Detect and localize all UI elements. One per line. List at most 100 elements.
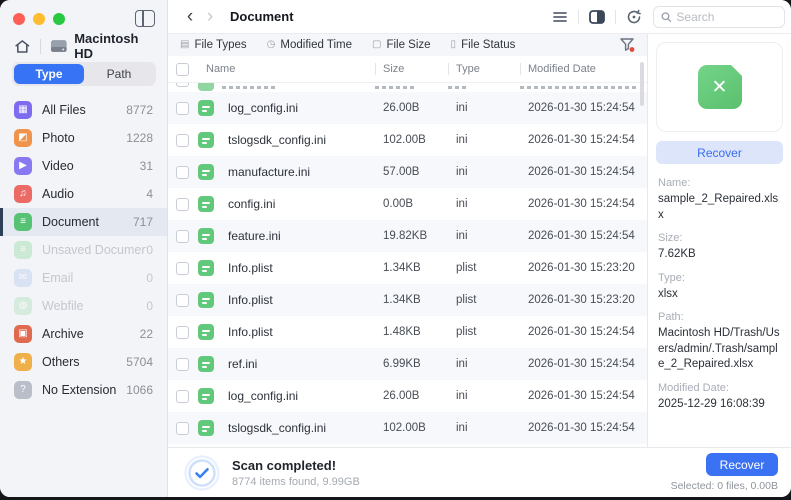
table-row[interactable]: config.ini 0.00B ini 2026-01-30 15:24:54 <box>168 188 647 220</box>
filter-file-size[interactable]: ▢ File Size <box>372 39 431 51</box>
view-mode-segmented-control: Type Path <box>12 62 156 86</box>
zoom-window-button[interactable] <box>53 13 65 25</box>
row-checkbox[interactable] <box>176 133 189 147</box>
row-checkbox[interactable] <box>176 197 189 211</box>
cell-size: 1.34KB <box>383 262 421 274</box>
search-input[interactable] <box>676 9 777 24</box>
panel-view-icon[interactable] <box>588 8 606 26</box>
cell-modified: 2026-01-30 15:24:54 <box>528 166 635 178</box>
column-header-type[interactable]: Type <box>448 63 520 75</box>
sidebar-item-others[interactable]: ★ Others 5704 <box>0 348 167 376</box>
cell-name: manufacture.ini <box>228 165 311 179</box>
category-label: Unsaved Documents <box>42 243 147 257</box>
table-scrollbar[interactable] <box>640 62 644 106</box>
table-row[interactable]: tslogsdk_config.ini 102.00B ini 2026-01-… <box>168 124 647 156</box>
cell-modified: 2026-01-30 15:23:20 <box>528 294 635 306</box>
search-icon <box>661 11 672 22</box>
table-row[interactable]: tslogsdk_config.ini 102.00B ini 2026-01-… <box>168 412 647 444</box>
table-row[interactable]: manufacture.ini 57.00B ini 2026-01-30 15… <box>168 156 647 188</box>
table-row[interactable]: Info.plist 1.34KB plist 2026-01-30 15:23… <box>168 284 647 316</box>
category-icon: ★ <box>14 353 32 371</box>
filter-bar: ▤ File Types ◷ Modified Time ▢ File Size… <box>168 34 647 56</box>
table-body: log_config.ini 26.00B ini 2026-01-30 15:… <box>168 83 647 447</box>
column-header-size[interactable]: Size <box>375 63 448 75</box>
table-row[interactable]: log_config.ini 26.00B ini 2026-01-30 15:… <box>168 92 647 124</box>
row-checkbox[interactable] <box>176 165 189 179</box>
filter-modified-time[interactable]: ◷ Modified Time <box>267 39 352 51</box>
row-checkbox[interactable] <box>176 261 189 275</box>
document-file-icon <box>198 260 214 276</box>
table-row[interactable]: log_config.ini 26.00B ini 2026-01-30 15:… <box>168 380 647 412</box>
table-row[interactable]: ref.ini 6.99KB ini 2026-01-30 15:24:54 <box>168 348 647 380</box>
cell-size: 102.00B <box>383 134 426 146</box>
sidebar-item-document[interactable]: ≡ Document 717 <box>0 208 167 236</box>
clipped-text <box>448 86 466 89</box>
row-checkbox[interactable] <box>176 421 189 435</box>
category-label: Audio <box>42 187 74 201</box>
close-window-button[interactable] <box>13 13 25 25</box>
row-checkbox[interactable] <box>176 325 189 339</box>
sidebar-item-audio[interactable]: ♫ Audio 4 <box>0 180 167 208</box>
scan-status-title: Scan completed! <box>232 457 337 473</box>
device-header: Macintosh HD <box>14 31 159 61</box>
field-label: Modified Date: <box>658 381 729 394</box>
sidebar-item-unsaved-documents[interactable]: ≡ Unsaved Documents 0 <box>0 236 167 264</box>
filter-icon: ◷ <box>266 39 276 50</box>
minimize-window-button[interactable] <box>33 13 45 25</box>
sidebar-toggle-icon[interactable] <box>135 10 155 27</box>
list-view-icon[interactable] <box>551 8 569 26</box>
cell-name: config.ini <box>228 197 276 211</box>
sidebar-item-archive[interactable]: ▣ Archive 22 <box>0 320 167 348</box>
column-header-modified[interactable]: Modified Date <box>520 63 647 75</box>
detail-field: Name: sample_2_Repaired.xlsx <box>658 177 781 223</box>
cell-type: ini <box>456 134 468 146</box>
table-row[interactable]: feature.ini 19.82KB ini 2026-01-30 15:24… <box>168 220 647 252</box>
sidebar-item-email[interactable]: ✉ Email 0 <box>0 264 167 292</box>
document-file-icon <box>198 388 214 404</box>
forward-button[interactable]: › <box>200 7 220 26</box>
category-count: 1066 <box>126 383 153 397</box>
category-icon: ? <box>14 381 32 399</box>
filter-funnel-icon[interactable] <box>619 38 635 52</box>
cell-modified: 2026-01-30 15:24:54 <box>528 230 635 242</box>
select-all-checkbox[interactable] <box>176 62 189 76</box>
filter-file-types[interactable]: ▤ File Types <box>180 39 247 51</box>
sidebar-item-webfile[interactable]: ◍ Webfile 0 <box>0 292 167 320</box>
document-file-icon <box>198 196 214 212</box>
row-checkbox[interactable] <box>176 101 189 115</box>
sidebar-item-all-files[interactable]: ▦ All Files 8772 <box>0 96 167 124</box>
tab-path[interactable]: Path <box>84 64 154 84</box>
recover-button[interactable]: Recover <box>706 453 778 476</box>
deep-scan-icon[interactable] <box>625 8 643 26</box>
app-window: Macintosh HD Type Path ▦ All Files 8772 … <box>0 0 791 497</box>
sidebar-item-no-extension[interactable]: ? No Extension 1066 <box>0 376 167 404</box>
row-checkbox[interactable] <box>176 229 189 243</box>
category-count: 0 <box>146 299 153 313</box>
document-file-icon <box>198 132 214 148</box>
cell-name: ref.ini <box>228 357 258 371</box>
sidebar-item-photo[interactable]: ◩ Photo 1228 <box>0 124 167 152</box>
field-label: Size: <box>658 232 683 245</box>
category-label: Webfile <box>42 299 84 313</box>
sidebar-item-video[interactable]: ▶ Video 31 <box>0 152 167 180</box>
back-button[interactable]: ‹ <box>180 7 200 26</box>
scan-status: Scan completed! 8774 items found, 9.99GB <box>232 458 360 488</box>
category-label: Archive <box>42 327 84 341</box>
document-file-icon <box>198 100 214 116</box>
row-checkbox[interactable] <box>176 389 189 403</box>
column-header-name[interactable]: Name <box>198 63 375 75</box>
recover-selected-file-button[interactable]: Recover <box>656 141 783 164</box>
cell-modified: 2026-01-30 15:24:54 <box>528 134 635 146</box>
category-icon: ♫ <box>14 185 32 203</box>
table-row[interactable]: Info.plist 1.48KB plist 2026-01-30 15:24… <box>168 316 647 348</box>
category-label: Others <box>42 355 80 369</box>
row-checkbox[interactable] <box>176 357 189 371</box>
cell-modified: 2026-01-30 15:24:54 <box>528 198 635 210</box>
filter-file-status[interactable]: ▯ File Status <box>451 39 516 51</box>
tab-type[interactable]: Type <box>14 64 84 84</box>
home-icon[interactable] <box>14 38 31 55</box>
row-checkbox[interactable] <box>176 293 189 307</box>
cell-name: Info.plist <box>228 261 273 275</box>
cell-size: 26.00B <box>383 102 420 114</box>
table-row[interactable]: Info.plist 1.34KB plist 2026-01-30 15:23… <box>168 252 647 284</box>
